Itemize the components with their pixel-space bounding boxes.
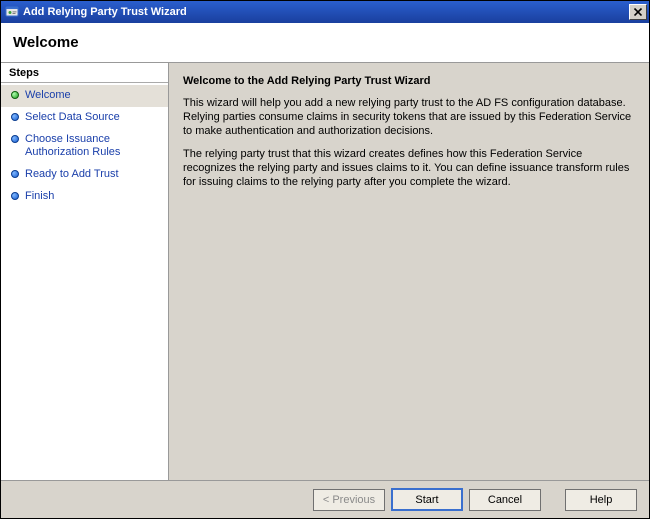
- close-icon: [634, 8, 642, 16]
- content-panel: Welcome to the Add Relying Party Trust W…: [169, 63, 649, 480]
- titlebar: Add Relying Party Trust Wizard: [1, 1, 649, 23]
- wizard-footer: < Previous Start Cancel Help: [1, 480, 649, 518]
- step-choose-issuance-rules[interactable]: Choose Issuance Authorization Rules: [1, 129, 168, 165]
- steps-sidebar: Steps Welcome Select Data Source Choose …: [1, 63, 169, 480]
- bullet-icon: [11, 135, 19, 143]
- content-title: Welcome to the Add Relying Party Trust W…: [183, 75, 635, 87]
- step-finish[interactable]: Finish: [1, 186, 168, 208]
- step-label: Select Data Source: [25, 111, 160, 125]
- step-label: Ready to Add Trust: [25, 168, 160, 182]
- page-title: Welcome: [13, 34, 79, 51]
- steps-list: Welcome Select Data Source Choose Issuan…: [1, 83, 168, 480]
- wizard-body: Steps Welcome Select Data Source Choose …: [1, 63, 649, 480]
- wizard-window: Add Relying Party Trust Wizard Welcome S…: [0, 0, 650, 519]
- titlebar-left: Add Relying Party Trust Wizard: [5, 5, 187, 19]
- step-ready-to-add-trust[interactable]: Ready to Add Trust: [1, 164, 168, 186]
- step-label: Welcome: [25, 89, 160, 103]
- step-select-data-source[interactable]: Select Data Source: [1, 107, 168, 129]
- wizard-header: Welcome: [1, 23, 649, 63]
- window-title: Add Relying Party Trust Wizard: [23, 6, 187, 18]
- start-button[interactable]: Start: [391, 488, 463, 511]
- step-label: Finish: [25, 190, 160, 204]
- bullet-current-icon: [11, 91, 19, 99]
- step-welcome[interactable]: Welcome: [1, 85, 168, 107]
- bullet-icon: [11, 113, 19, 121]
- content-paragraph-2: The relying party trust that this wizard…: [183, 148, 635, 189]
- steps-heading: Steps: [1, 63, 168, 83]
- step-label: Choose Issuance Authorization Rules: [25, 133, 160, 161]
- help-button[interactable]: Help: [565, 489, 637, 511]
- bullet-icon: [11, 170, 19, 178]
- close-button[interactable]: [629, 4, 647, 20]
- app-icon: [5, 5, 19, 19]
- content-paragraph-1: This wizard will help you add a new rely…: [183, 97, 635, 138]
- bullet-icon: [11, 192, 19, 200]
- previous-button: < Previous: [313, 489, 385, 511]
- cancel-button[interactable]: Cancel: [469, 489, 541, 511]
